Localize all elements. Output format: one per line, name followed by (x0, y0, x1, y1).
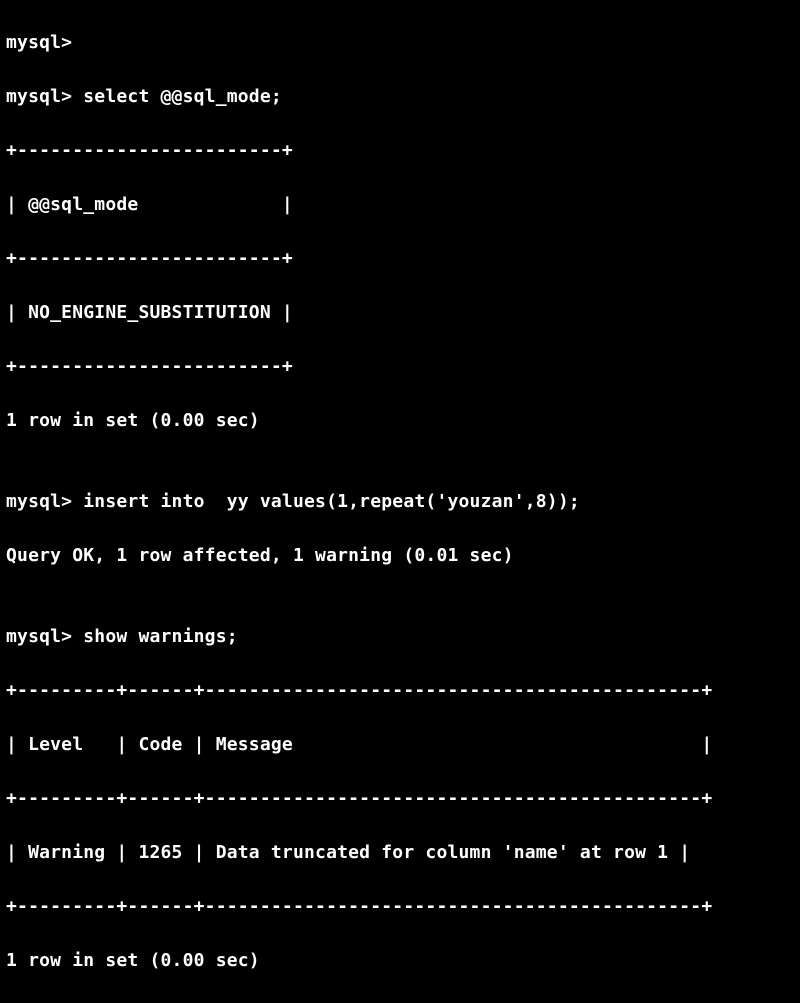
table-border: +---------+------+----------------------… (6, 785, 794, 812)
mysql-terminal[interactable]: mysql> mysql> select @@sql_mode; +------… (0, 0, 800, 1003)
table-border: +------------------------+ (6, 245, 794, 272)
prompt-line: mysql> (6, 29, 794, 56)
result-footer: 1 row in set (0.00 sec) (6, 407, 794, 434)
table-header-sqlmode: | @@sql_mode | (6, 191, 794, 218)
table-border: +------------------------+ (6, 353, 794, 380)
table-row-sqlmode-value: | NO_ENGINE_SUBSTITUTION | (6, 299, 794, 326)
query-insert: mysql> insert into yy values(1,repeat('y… (6, 488, 794, 515)
query-select-sqlmode: mysql> select @@sql_mode; (6, 83, 794, 110)
table-header-warnings: | Level | Code | Message | (6, 731, 794, 758)
insert-status: Query OK, 1 row affected, 1 warning (0.0… (6, 542, 794, 569)
result-footer: 1 row in set (0.00 sec) (6, 947, 794, 974)
table-border: +---------+------+----------------------… (6, 893, 794, 920)
table-border: +---------+------+----------------------… (6, 677, 794, 704)
query-show-warnings: mysql> show warnings; (6, 623, 794, 650)
table-row-warning: | Warning | 1265 | Data truncated for co… (6, 839, 794, 866)
table-border: +------------------------+ (6, 137, 794, 164)
